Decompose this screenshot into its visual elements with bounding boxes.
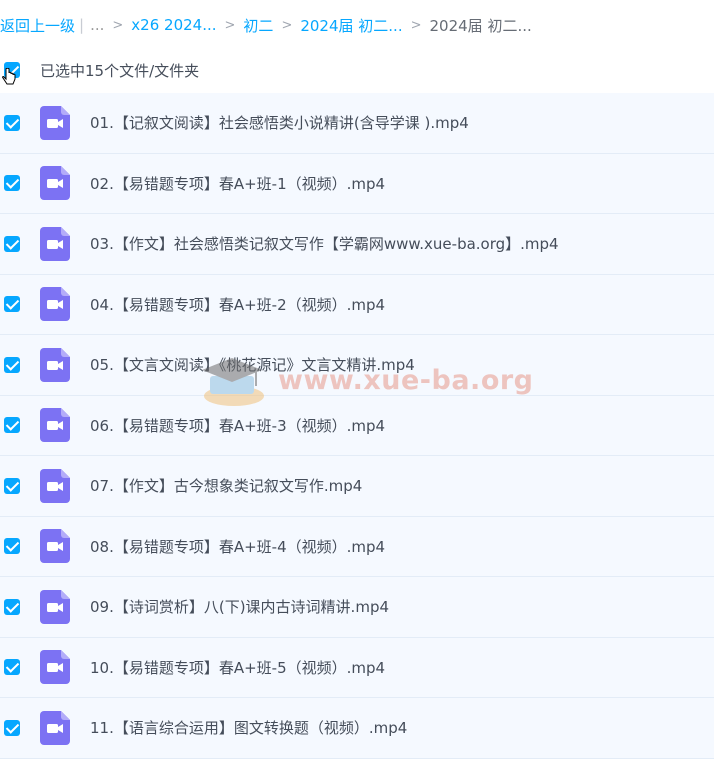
video-file-icon bbox=[40, 529, 70, 564]
file-row[interactable]: 02.【易错题专项】春A+班-1（视频）.mp4 bbox=[0, 153, 714, 214]
chevron-right-icon: > bbox=[410, 17, 422, 33]
file-row[interactable]: 11.【语言综合运用】图文转换题（视频）.mp4 bbox=[0, 698, 714, 759]
file-row[interactable]: 08.【易错题专项】春A+班-4（视频）.mp4 bbox=[0, 516, 714, 577]
file-checkbox[interactable] bbox=[4, 175, 20, 192]
breadcrumb: 返回上一级 | ... > x26 2024... > 初二 > 2024届 初… bbox=[0, 0, 714, 50]
breadcrumb-item-3[interactable]: 2024届 初二... bbox=[300, 15, 402, 36]
video-file-icon bbox=[40, 408, 70, 443]
file-checkbox[interactable] bbox=[4, 417, 20, 434]
file-name[interactable]: 05.【文言文阅读】《桃花源记》文言文精讲.mp4 bbox=[90, 354, 415, 375]
breadcrumb-current: 2024届 初二... bbox=[429, 16, 532, 35]
file-checkbox[interactable] bbox=[4, 538, 20, 555]
breadcrumb-item-2[interactable]: 初二 bbox=[243, 15, 273, 36]
chevron-right-icon: > bbox=[281, 17, 293, 33]
file-checkbox[interactable] bbox=[4, 659, 20, 676]
file-checkbox[interactable] bbox=[4, 356, 20, 373]
video-file-icon bbox=[40, 710, 70, 745]
file-row[interactable]: 07.【作文】古今想象类记叙文写作.mp4 bbox=[0, 456, 714, 517]
file-checkbox[interactable] bbox=[4, 598, 20, 615]
file-name[interactable]: 09.【诗词赏析】八(下)课内古诗词精讲.mp4 bbox=[90, 596, 389, 617]
file-checkbox[interactable] bbox=[4, 296, 20, 313]
selection-count: 已选中15个文件/文件夹 bbox=[40, 61, 200, 80]
back-link[interactable]: 返回上一级 bbox=[0, 15, 75, 36]
video-file-icon bbox=[40, 166, 70, 201]
video-file-icon bbox=[40, 105, 70, 140]
file-row[interactable]: 09.【诗词赏析】八(下)课内古诗词精讲.mp4 bbox=[0, 577, 714, 638]
video-file-icon bbox=[40, 287, 70, 322]
file-row[interactable]: 05.【文言文阅读】《桃花源记》文言文精讲.mp4 bbox=[0, 335, 714, 396]
file-name[interactable]: 04.【易错题专项】春A+班-2（视频）.mp4 bbox=[90, 294, 385, 315]
file-name[interactable]: 07.【作文】古今想象类记叙文写作.mp4 bbox=[90, 475, 362, 496]
file-checkbox[interactable] bbox=[4, 235, 20, 252]
file-name[interactable]: 10.【易错题专项】春A+班-5（视频）.mp4 bbox=[90, 657, 385, 678]
file-checkbox[interactable] bbox=[4, 477, 20, 494]
file-checkbox[interactable] bbox=[4, 114, 20, 131]
hand-cursor-icon bbox=[2, 68, 16, 85]
file-name[interactable]: 01.【记叙文阅读】社会感悟类小说精讲(含导学课 ).mp4 bbox=[90, 112, 469, 133]
chevron-right-icon: > bbox=[224, 17, 236, 33]
file-row[interactable]: 06.【易错题专项】春A+班-3（视频）.mp4 bbox=[0, 395, 714, 456]
video-file-icon bbox=[40, 226, 70, 261]
breadcrumb-divider: | bbox=[79, 16, 85, 34]
file-checkbox[interactable] bbox=[4, 719, 20, 736]
video-file-icon bbox=[40, 589, 70, 624]
file-row[interactable]: 01.【记叙文阅读】社会感悟类小说精讲(含导学课 ).mp4 bbox=[0, 93, 714, 154]
selection-bar: 已选中15个文件/文件夹 bbox=[0, 52, 714, 88]
file-name[interactable]: 03.【作文】社会感悟类记叙文写作【学霸网www.xue-ba.org】.mp4 bbox=[90, 233, 559, 254]
video-file-icon bbox=[40, 650, 70, 685]
chevron-right-icon: > bbox=[112, 17, 124, 33]
file-name[interactable]: 08.【易错题专项】春A+班-4（视频）.mp4 bbox=[90, 536, 385, 557]
video-file-icon bbox=[40, 347, 70, 382]
breadcrumb-ellipsis[interactable]: ... bbox=[90, 16, 104, 34]
file-row[interactable]: 03.【作文】社会感悟类记叙文写作【学霸网www.xue-ba.org】.mp4 bbox=[0, 214, 714, 275]
file-name[interactable]: 11.【语言综合运用】图文转换题（视频）.mp4 bbox=[90, 717, 407, 738]
file-row[interactable]: 10.【易错题专项】春A+班-5（视频）.mp4 bbox=[0, 637, 714, 698]
file-name[interactable]: 02.【易错题专项】春A+班-1（视频）.mp4 bbox=[90, 173, 385, 194]
file-row[interactable]: 04.【易错题专项】春A+班-2（视频）.mp4 bbox=[0, 274, 714, 335]
file-list: 01.【记叙文阅读】社会感悟类小说精讲(含导学课 ).mp4 02.【易错题专项】… bbox=[0, 93, 714, 759]
breadcrumb-item-1[interactable]: x26 2024... bbox=[131, 16, 216, 34]
file-name[interactable]: 06.【易错题专项】春A+班-3（视频）.mp4 bbox=[90, 415, 385, 436]
video-file-icon bbox=[40, 468, 70, 503]
